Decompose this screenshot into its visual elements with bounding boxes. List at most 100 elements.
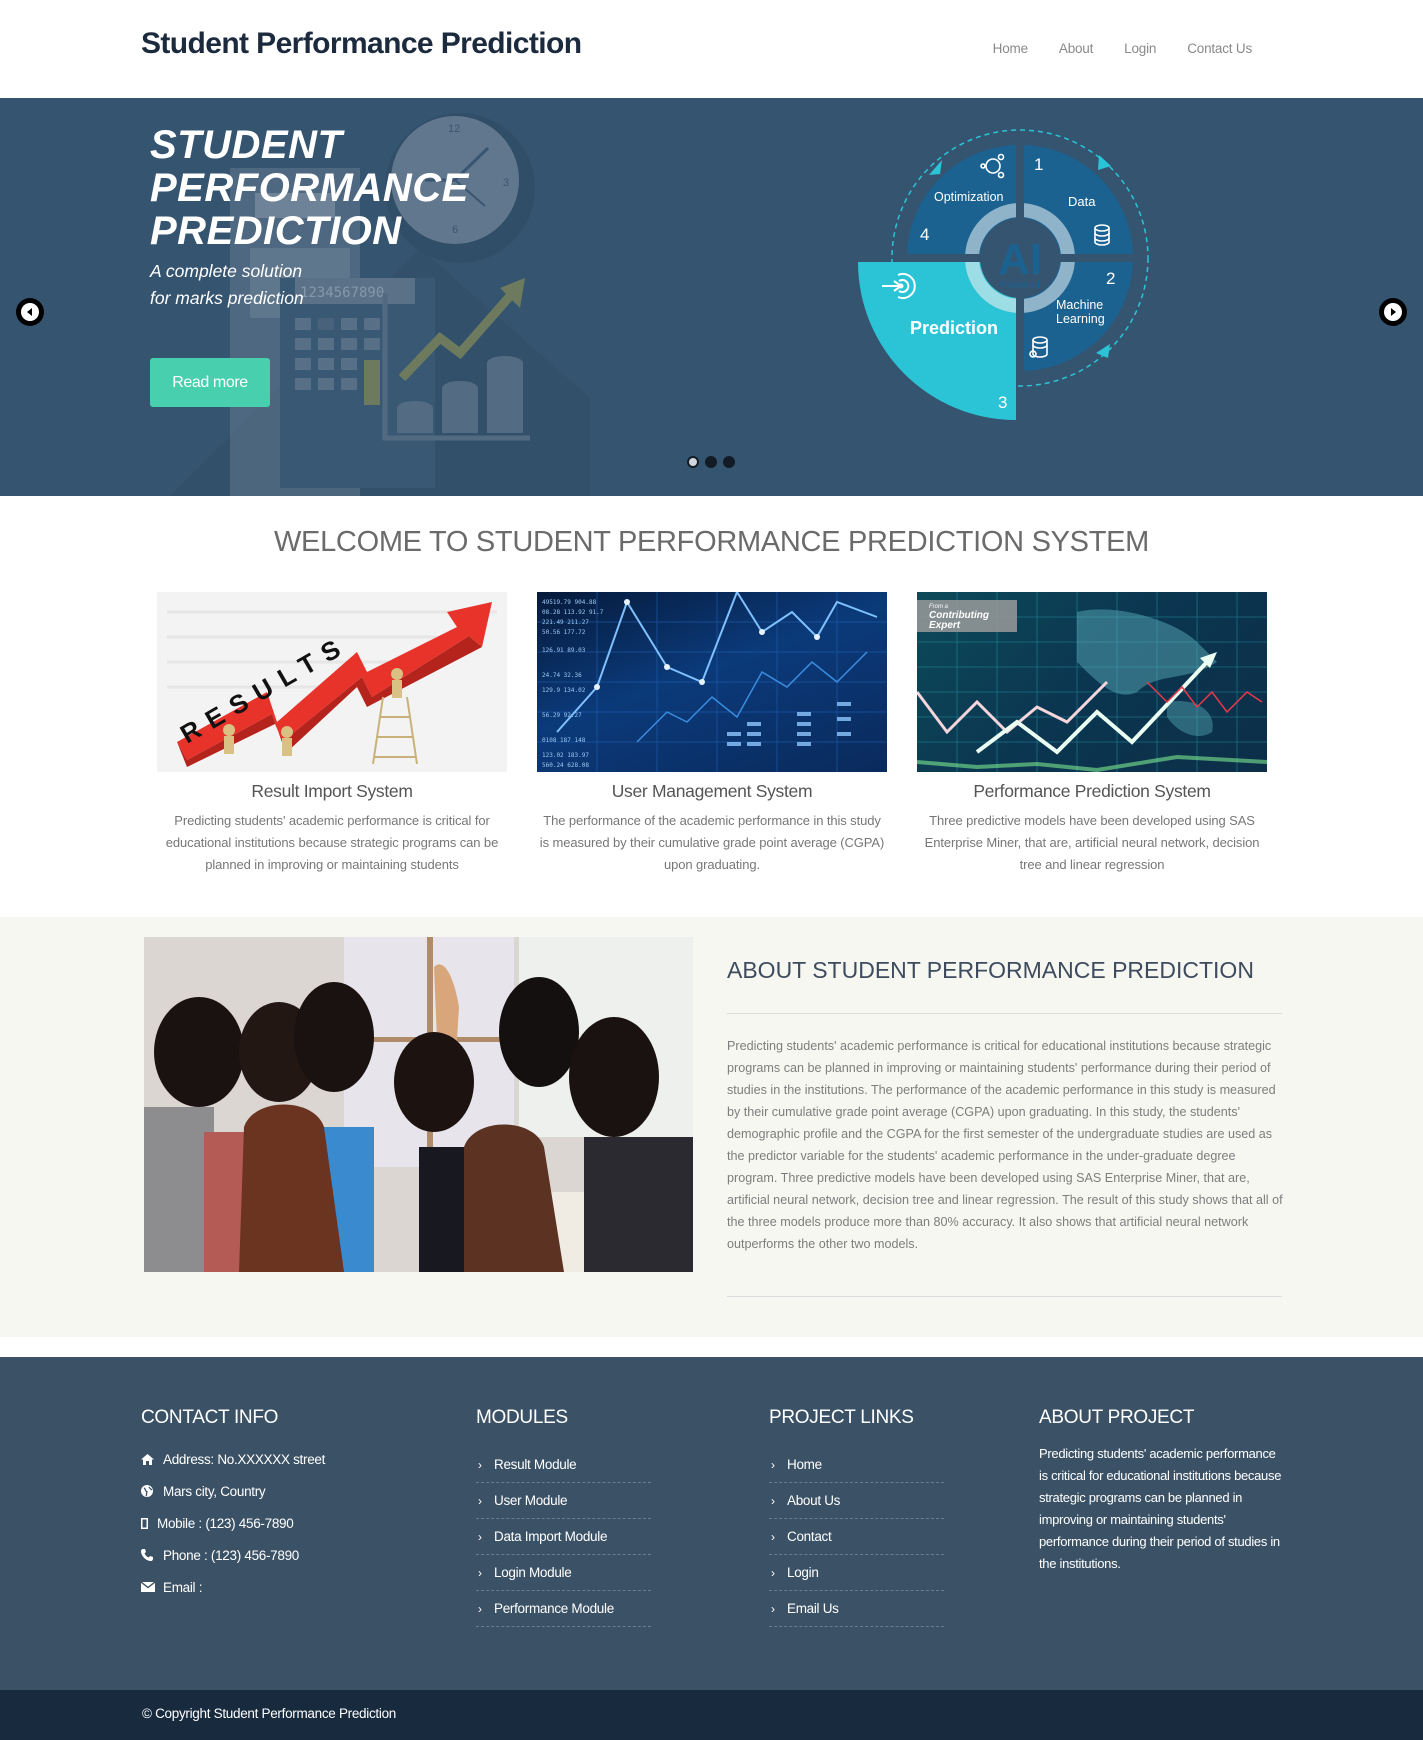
- footer-link-about-us[interactable]: › About Us: [769, 1483, 944, 1519]
- feature-card: RESULTS Result Import System Predicting …: [157, 592, 507, 876]
- contact-phone: Phone : (123) 456-7890: [141, 1539, 325, 1571]
- footer-heading: MODULES: [476, 1407, 568, 1428]
- card-text: Three predictive models have been develo…: [924, 813, 1260, 872]
- chevron-left-icon: [21, 303, 39, 321]
- svg-text:126.91 89.03: 126.91 89.03: [542, 647, 586, 654]
- cycle-arrow-icon: [1098, 155, 1111, 170]
- footer-link-login[interactable]: › Login: [769, 1555, 944, 1591]
- nav-about[interactable]: About: [1059, 41, 1093, 56]
- footer-link-user-module[interactable]: › User Module: [476, 1483, 651, 1519]
- contact-email: Email :: [141, 1571, 325, 1603]
- segment-label: Learning: [1056, 312, 1105, 326]
- about-section: ABOUT STUDENT PERFORMANCE PREDICTION Pre…: [0, 917, 1423, 1337]
- footer-heading: PROJECT LINKS: [769, 1407, 914, 1428]
- ai-cycle-diagram: AI Powered 1 Data 2 Machine Learning 3 P…: [858, 129, 1149, 420]
- site-title[interactable]: Student Performance Prediction: [141, 27, 582, 61]
- nav-contact-us[interactable]: Contact Us: [1187, 41, 1252, 56]
- segment-label: Machine: [1056, 298, 1103, 312]
- contact-city: Mars city, Country: [141, 1475, 325, 1507]
- site-footer: CONTACT INFO Address: No.XXXXXX street M…: [0, 1357, 1423, 1690]
- chevron-right-icon: ›: [478, 1601, 482, 1616]
- about-heading: ABOUT STUDENT PERFORMANCE PREDICTION: [727, 957, 1254, 983]
- card-text: Predicting students' academic performanc…: [165, 813, 499, 872]
- project-links-column: PROJECT LINKS › Home › About Us › Contact ›…: [769, 1407, 944, 1627]
- cycle-arrow-icon: [1096, 344, 1110, 358]
- hero-subtitle-line: A complete solution: [150, 261, 303, 281]
- slider-dot[interactable]: [687, 456, 699, 468]
- footer-link-result-module[interactable]: › Result Module: [476, 1447, 651, 1483]
- footer-link-home[interactable]: › Home: [769, 1447, 944, 1483]
- contact-info-column: CONTACT INFO Address: No.XXXXXX street M…: [141, 1407, 325, 1603]
- phone-icon: [141, 1549, 163, 1561]
- footer-heading: CONTACT INFO: [141, 1407, 279, 1428]
- copyright-text: © Copyright Student Performance Predicti…: [142, 1706, 396, 1721]
- slider-pagination: [687, 456, 735, 468]
- site-header: Student Performance Prediction Home Abou…: [0, 0, 1423, 98]
- market-graph-image: From a Contributing Expert: [917, 592, 1267, 772]
- svg-text:Expert: Expert: [929, 620, 961, 631]
- footer-link-login-module[interactable]: › Login Module: [476, 1555, 651, 1591]
- segment-number: 2: [1106, 269, 1115, 288]
- chevron-right-icon: ›: [771, 1565, 775, 1580]
- card-title: Result Import System: [251, 781, 413, 801]
- chevron-right-icon: ›: [771, 1601, 775, 1616]
- hero-title-line: PREDICTION: [150, 209, 402, 253]
- feature-card: 49519.79 904.88 08.28 113.92 91.7 221.49 2…: [537, 592, 887, 876]
- contact-address: Address: No.XXXXXX street: [141, 1443, 325, 1475]
- hero-title: STUDENT PERFORMANCE PREDICTION: [150, 124, 469, 253]
- welcome-heading: WELCOME TO STUDENT PERFORMANCE PREDICTIO…: [273, 526, 1150, 558]
- svg-text:560.24 628.08: 560.24 628.08: [542, 762, 589, 769]
- slider-next-button[interactable]: [1379, 298, 1407, 326]
- ai-center-sublabel: Powered: [1000, 280, 1039, 291]
- footer-link-contact[interactable]: › Contact: [769, 1519, 944, 1555]
- slider-prev-button[interactable]: [16, 298, 44, 326]
- mobile-icon: [141, 1517, 157, 1529]
- segment-number: 3: [998, 393, 1007, 412]
- slider-dot[interactable]: [705, 456, 717, 468]
- svg-text:24.74 32.36: 24.74 32.36: [542, 672, 582, 679]
- card-title: Performance Prediction System: [973, 781, 1211, 801]
- divider: [727, 1296, 1282, 1297]
- svg-text:50.56 177.72: 50.56 177.72: [542, 629, 586, 636]
- svg-text:221.49 211.27: 221.49 211.27: [542, 619, 589, 626]
- footer-link-data-import-module[interactable]: › Data Import Module: [476, 1519, 651, 1555]
- chevron-right-icon: ›: [771, 1493, 775, 1508]
- hero-title-line: STUDENT: [150, 123, 343, 167]
- read-more-button[interactable]: Read more: [150, 358, 270, 407]
- feature-card: From a Contributing Expert Performance P…: [917, 592, 1267, 876]
- segment-label: Prediction: [910, 318, 998, 338]
- footer-link-email-us[interactable]: › Email Us: [769, 1591, 944, 1627]
- divider: [727, 1013, 1282, 1014]
- stock-chart-image: 49519.79 904.88 08.28 113.92 91.7 221.49 2…: [537, 592, 887, 772]
- chevron-right-icon: ›: [478, 1529, 482, 1544]
- chevron-right-icon: ›: [478, 1565, 482, 1580]
- footer-link-performance-module[interactable]: › Performance Module: [476, 1591, 651, 1627]
- chevron-right-icon: ›: [478, 1493, 482, 1508]
- svg-text:0108 187 148: 0108 187 148: [542, 737, 586, 744]
- copyright-bar: © Copyright Student Performance Predicti…: [0, 1690, 1423, 1740]
- svg-text:123.02 183.97: 123.02 183.97: [542, 752, 589, 759]
- hero-slider: 1234567890 12 3 6 STUDENT PERFORMANCE PR…: [0, 98, 1423, 496]
- results-image: RESULTS: [157, 592, 507, 772]
- globe-icon: [141, 1485, 163, 1497]
- main-nav: Home About Login Contact Us: [993, 41, 1253, 56]
- modules-column: MODULES › Result Module › User Module › Dat…: [476, 1407, 651, 1627]
- svg-text:56.29 92.27: 56.29 92.27: [542, 712, 582, 719]
- segment-label: Optimization: [934, 190, 1004, 204]
- hero-subtitle-line: for marks prediction: [150, 288, 304, 308]
- about-text: Predicting students' academic performanc…: [727, 1039, 1283, 1251]
- chevron-right-icon: ›: [771, 1457, 775, 1472]
- nav-login[interactable]: Login: [1124, 41, 1156, 56]
- slider-dot[interactable]: [723, 456, 735, 468]
- card-text: The performance of the academic performa…: [539, 813, 885, 872]
- svg-text:08.28 113.92 91.7: 08.28 113.92 91.7: [542, 609, 604, 616]
- nav-home[interactable]: Home: [993, 41, 1028, 56]
- contact-mobile: Mobile : (123) 456-7890: [141, 1507, 325, 1539]
- hero-title-line: PERFORMANCE: [150, 166, 469, 210]
- chevron-right-icon: ›: [478, 1457, 482, 1472]
- footer-heading: ABOUT PROJECT: [1039, 1407, 1195, 1428]
- envelope-icon: [141, 1582, 163, 1592]
- svg-text:1234567890: 1234567890: [300, 285, 384, 301]
- chevron-right-icon: ›: [771, 1529, 775, 1544]
- cycle-arrow-icon: [929, 160, 942, 175]
